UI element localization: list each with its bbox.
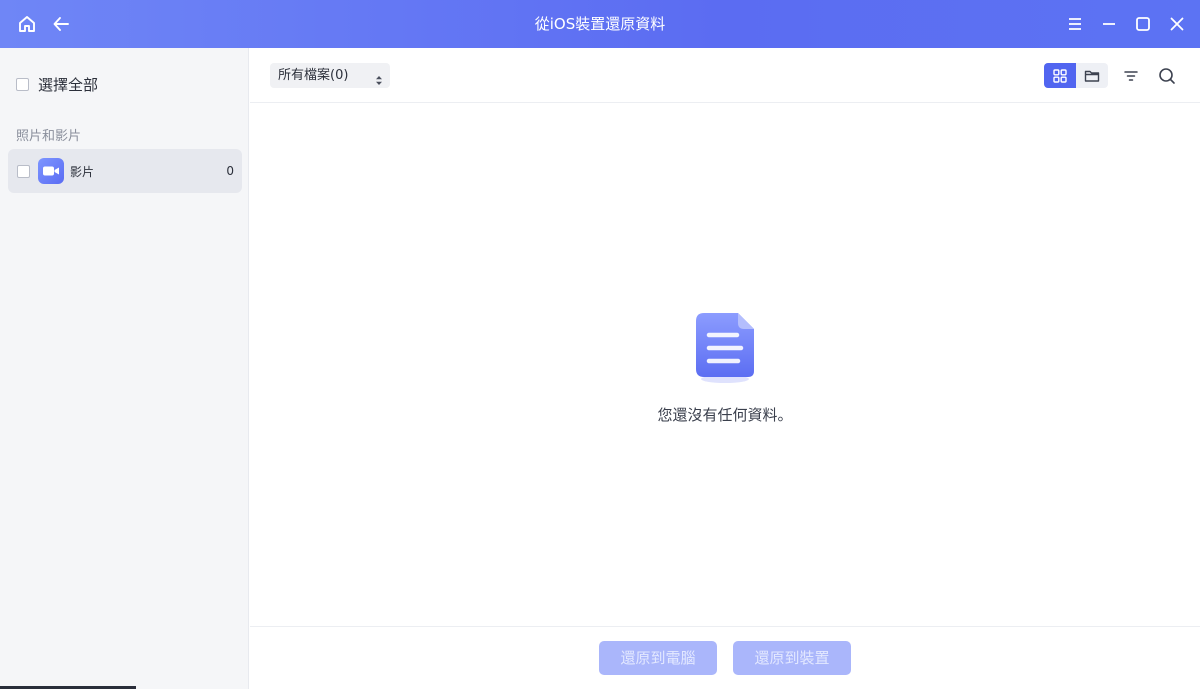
sidebar-item-label: 影片 (70, 164, 95, 179)
sidebar: 選擇全部 照片和影片 影片 0 (0, 48, 249, 689)
footer: 還原到電腦 還原到裝置 (250, 626, 1200, 689)
maximize-icon[interactable] (1131, 12, 1155, 36)
empty-message: 您還沒有任何資料。 (657, 406, 793, 424)
filter-icon[interactable] (1121, 66, 1141, 86)
file-filter-select[interactable]: 所有檔案(0) (270, 63, 390, 88)
home-icon[interactable] (15, 12, 39, 36)
close-icon[interactable] (1165, 12, 1189, 36)
select-all[interactable]: 選擇全部 (16, 74, 98, 94)
document-icon (694, 313, 756, 385)
grid-view-icon[interactable] (1044, 63, 1076, 88)
file-filter-value: 所有檔案(0) (278, 68, 349, 83)
menu-icon[interactable] (1063, 12, 1087, 36)
sidebar-item-checkbox[interactable] (17, 164, 30, 178)
select-all-checkbox[interactable] (16, 77, 29, 91)
updown-chevron-icon (375, 70, 383, 95)
empty-state: 您還沒有任何資料。 (250, 103, 1200, 626)
sidebar-item-videos[interactable]: 影片 0 (8, 149, 242, 193)
section-label-photos-videos: 照片和影片 (16, 129, 82, 144)
restore-to-computer-button[interactable]: 還原到電腦 (599, 641, 717, 675)
title-bar: 從iOS裝置還原資料 (0, 0, 1200, 48)
toolbar: 所有檔案(0) (250, 48, 1200, 103)
back-arrow-icon[interactable] (49, 12, 73, 36)
window-title: 從iOS裝置還原資料 (534, 15, 666, 33)
minimize-icon[interactable] (1097, 12, 1121, 36)
sidebar-item-count: 0 (226, 164, 234, 178)
select-all-label: 選擇全部 (38, 75, 99, 94)
video-camera-icon (38, 158, 64, 184)
search-icon[interactable] (1157, 66, 1177, 86)
view-mode-toggle (1044, 63, 1108, 88)
folder-view-icon[interactable] (1076, 63, 1108, 88)
restore-to-device-button[interactable]: 還原到裝置 (733, 641, 851, 675)
